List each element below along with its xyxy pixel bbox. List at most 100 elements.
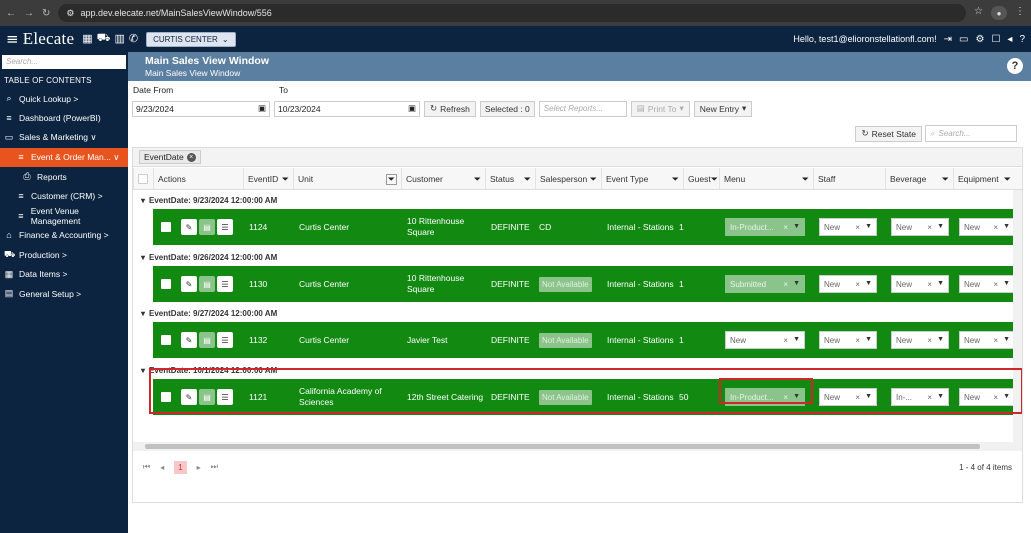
report-icon[interactable]: ▤: [199, 332, 215, 348]
back-icon[interactable]: ←: [6, 8, 16, 19]
sidebar-item[interactable]: ▭ Sales & Marketing ∨: [0, 128, 128, 148]
edit-icon[interactable]: ✎: [181, 219, 197, 235]
dropdown-arrow-icon[interactable]: ▼: [865, 336, 872, 345]
sidebar-item[interactable]: ≡ Event & Order Man... ∨: [0, 147, 128, 167]
grid-search-input[interactable]: ⌕ Search...: [925, 125, 1017, 142]
filter-icon[interactable]: ⏷: [672, 174, 679, 185]
sidebar-item[interactable]: ▤ General Setup >: [0, 284, 128, 304]
dropdown-arrow-icon[interactable]: ▼: [793, 223, 800, 232]
calendar-icon[interactable]: ▦: [82, 32, 92, 46]
dropdown-arrow-icon[interactable]: ▼: [1003, 336, 1010, 345]
dropdown-arrow-icon[interactable]: ▼: [937, 280, 944, 289]
row-checkbox[interactable]: [161, 279, 171, 289]
calendar-icon[interactable]: ▣: [258, 103, 266, 114]
column-header[interactable]: EventID ⏷: [243, 168, 293, 190]
filter-icon[interactable]: ⏷: [524, 174, 531, 185]
staff-select[interactable]: New × ▼: [819, 331, 877, 349]
group-header[interactable]: ▾ EventDate: 9/27/2024 12:00:00 AM: [133, 306, 1022, 320]
megaphone-icon[interactable]: ◂: [1007, 34, 1012, 45]
dropdown-arrow-icon[interactable]: ▼: [793, 336, 800, 345]
folder-icon[interactable]: ▭: [959, 34, 968, 45]
last-page-icon[interactable]: ⏭: [211, 462, 218, 472]
sidebar-item[interactable]: ⌂ Finance & Accounting >: [0, 226, 128, 246]
column-header[interactable]: Beverage ⏷: [885, 168, 953, 190]
beverage-select[interactable]: New × ▼: [891, 275, 949, 293]
calendar-icon[interactable]: ▣: [408, 103, 416, 114]
table-row[interactable]: ✎ ▤ ☰ 1130 Curtis Center 10 Rittenhouse Squar…: [153, 266, 1022, 302]
forward-icon[interactable]: →: [24, 8, 34, 19]
column-header[interactable]: Staff: [813, 168, 885, 190]
table-row[interactable]: ✎ ▤ ☰ 1132 Curtis Center Javier Test DEFINITE N…: [153, 322, 1022, 358]
site-info-icon[interactable]: ⚙: [66, 8, 74, 19]
clear-icon[interactable]: ×: [783, 280, 788, 289]
dropdown-arrow-icon[interactable]: ▼: [865, 223, 872, 232]
reset-state-button[interactable]: ↻ Reset State: [855, 125, 922, 142]
help-icon[interactable]: ?: [1007, 58, 1023, 74]
select-all-checkbox[interactable]: [138, 174, 148, 184]
profile-icon[interactable]: ●: [991, 6, 1007, 20]
row-checkbox[interactable]: [161, 222, 171, 232]
collapse-icon[interactable]: ▾: [141, 253, 145, 262]
menu-select[interactable]: New × ▼: [725, 331, 805, 349]
column-header[interactable]: Guest ⏷: [683, 168, 719, 190]
sidebar-item[interactable]: ⛟ Production >: [0, 245, 128, 265]
date-to-input[interactable]: 10/23/2024 ▣: [274, 100, 420, 117]
menu-select[interactable]: Submitted × ▼: [725, 275, 805, 293]
clear-icon[interactable]: ×: [993, 280, 998, 289]
app-logo[interactable]: ≡ Elecate: [6, 29, 74, 49]
column-header[interactable]: Unit ⏷: [293, 168, 401, 190]
truck-icon[interactable]: ⛟: [97, 32, 111, 46]
sidebar-item[interactable]: ≡ Dashboard (PowerBI): [0, 109, 128, 129]
filter-icon[interactable]: ⏷: [942, 174, 949, 185]
column-header[interactable]: Event Type ⏷: [601, 168, 683, 190]
sidebar-item[interactable]: ▦ Data Items >: [0, 265, 128, 285]
edit-icon[interactable]: ✎: [181, 276, 197, 292]
clear-icon[interactable]: ×: [927, 336, 932, 345]
sidebar-item[interactable]: ⎙ Reports: [0, 167, 128, 187]
details-icon[interactable]: ☰: [217, 276, 233, 292]
filter-icon[interactable]: ⏷: [590, 174, 597, 185]
horizontal-scrollbar[interactable]: [133, 442, 1022, 451]
chat-icon[interactable]: ☐: [991, 34, 1000, 45]
clear-icon[interactable]: ×: [927, 280, 932, 289]
current-page[interactable]: 1: [174, 460, 187, 474]
sidebar-search-input[interactable]: Search...: [2, 55, 126, 69]
table-row[interactable]: ✎ ▤ ☰ 1124 Curtis Center 10 Rittenhouse Squar…: [153, 209, 1022, 245]
details-icon[interactable]: ☰: [217, 219, 233, 235]
clear-icon[interactable]: ×: [855, 223, 860, 232]
dropdown-arrow-icon[interactable]: ▼: [865, 280, 872, 289]
equipment-select[interactable]: New × ▼: [959, 275, 1015, 293]
clear-icon[interactable]: ×: [783, 336, 788, 345]
address-bar[interactable]: ⚙ app.dev.elecate.net/MainSalesViewWindo…: [58, 4, 967, 22]
beverage-select[interactable]: New × ▼: [891, 331, 949, 349]
column-header[interactable]: Menu ⏷: [719, 168, 813, 190]
staff-select[interactable]: New × ▼: [819, 218, 877, 236]
equipment-select[interactable]: New × ▼: [959, 331, 1015, 349]
clear-icon[interactable]: ×: [993, 336, 998, 345]
filter-icon[interactable]: ⏷: [802, 174, 809, 185]
sidebar-item[interactable]: ⌕ Quick Lookup >: [0, 89, 128, 109]
column-header[interactable]: Actions: [153, 168, 243, 190]
column-header[interactable]: Customer ⏷: [401, 168, 485, 190]
new-entry-button[interactable]: New Entry ▾: [693, 100, 753, 117]
beverage-select[interactable]: New × ▼: [891, 218, 949, 236]
first-page-icon[interactable]: ⏮: [143, 462, 150, 472]
collapse-icon[interactable]: ▾: [141, 366, 145, 375]
select-all-header[interactable]: [133, 168, 153, 190]
column-header[interactable]: Salesperson ⏷: [535, 168, 601, 190]
collapse-icon[interactable]: ▾: [141, 196, 145, 205]
dropdown-arrow-icon[interactable]: ▼: [937, 223, 944, 232]
report-icon[interactable]: ▤: [199, 219, 215, 235]
filter-icon[interactable]: ⏷: [711, 174, 718, 185]
print-to-button[interactable]: ▤ Print To ▾: [630, 100, 690, 117]
report-icon[interactable]: ▤: [199, 276, 215, 292]
group-header[interactable]: ▾ EventDate: 9/26/2024 12:00:00 AM: [133, 250, 1022, 264]
clear-icon[interactable]: ×: [783, 223, 788, 232]
building-icon[interactable]: ▥: [114, 32, 124, 46]
sidebar-item[interactable]: ≡ Event Venue Management: [0, 206, 128, 226]
dropdown-arrow-icon[interactable]: ▼: [937, 336, 944, 345]
group-header[interactable]: ▾ EventDate: 9/23/2024 12:00:00 AM: [133, 193, 1022, 207]
clear-icon[interactable]: ×: [855, 280, 860, 289]
filter-icon[interactable]: ⏷: [385, 173, 397, 185]
dropdown-arrow-icon[interactable]: ▼: [793, 280, 800, 289]
